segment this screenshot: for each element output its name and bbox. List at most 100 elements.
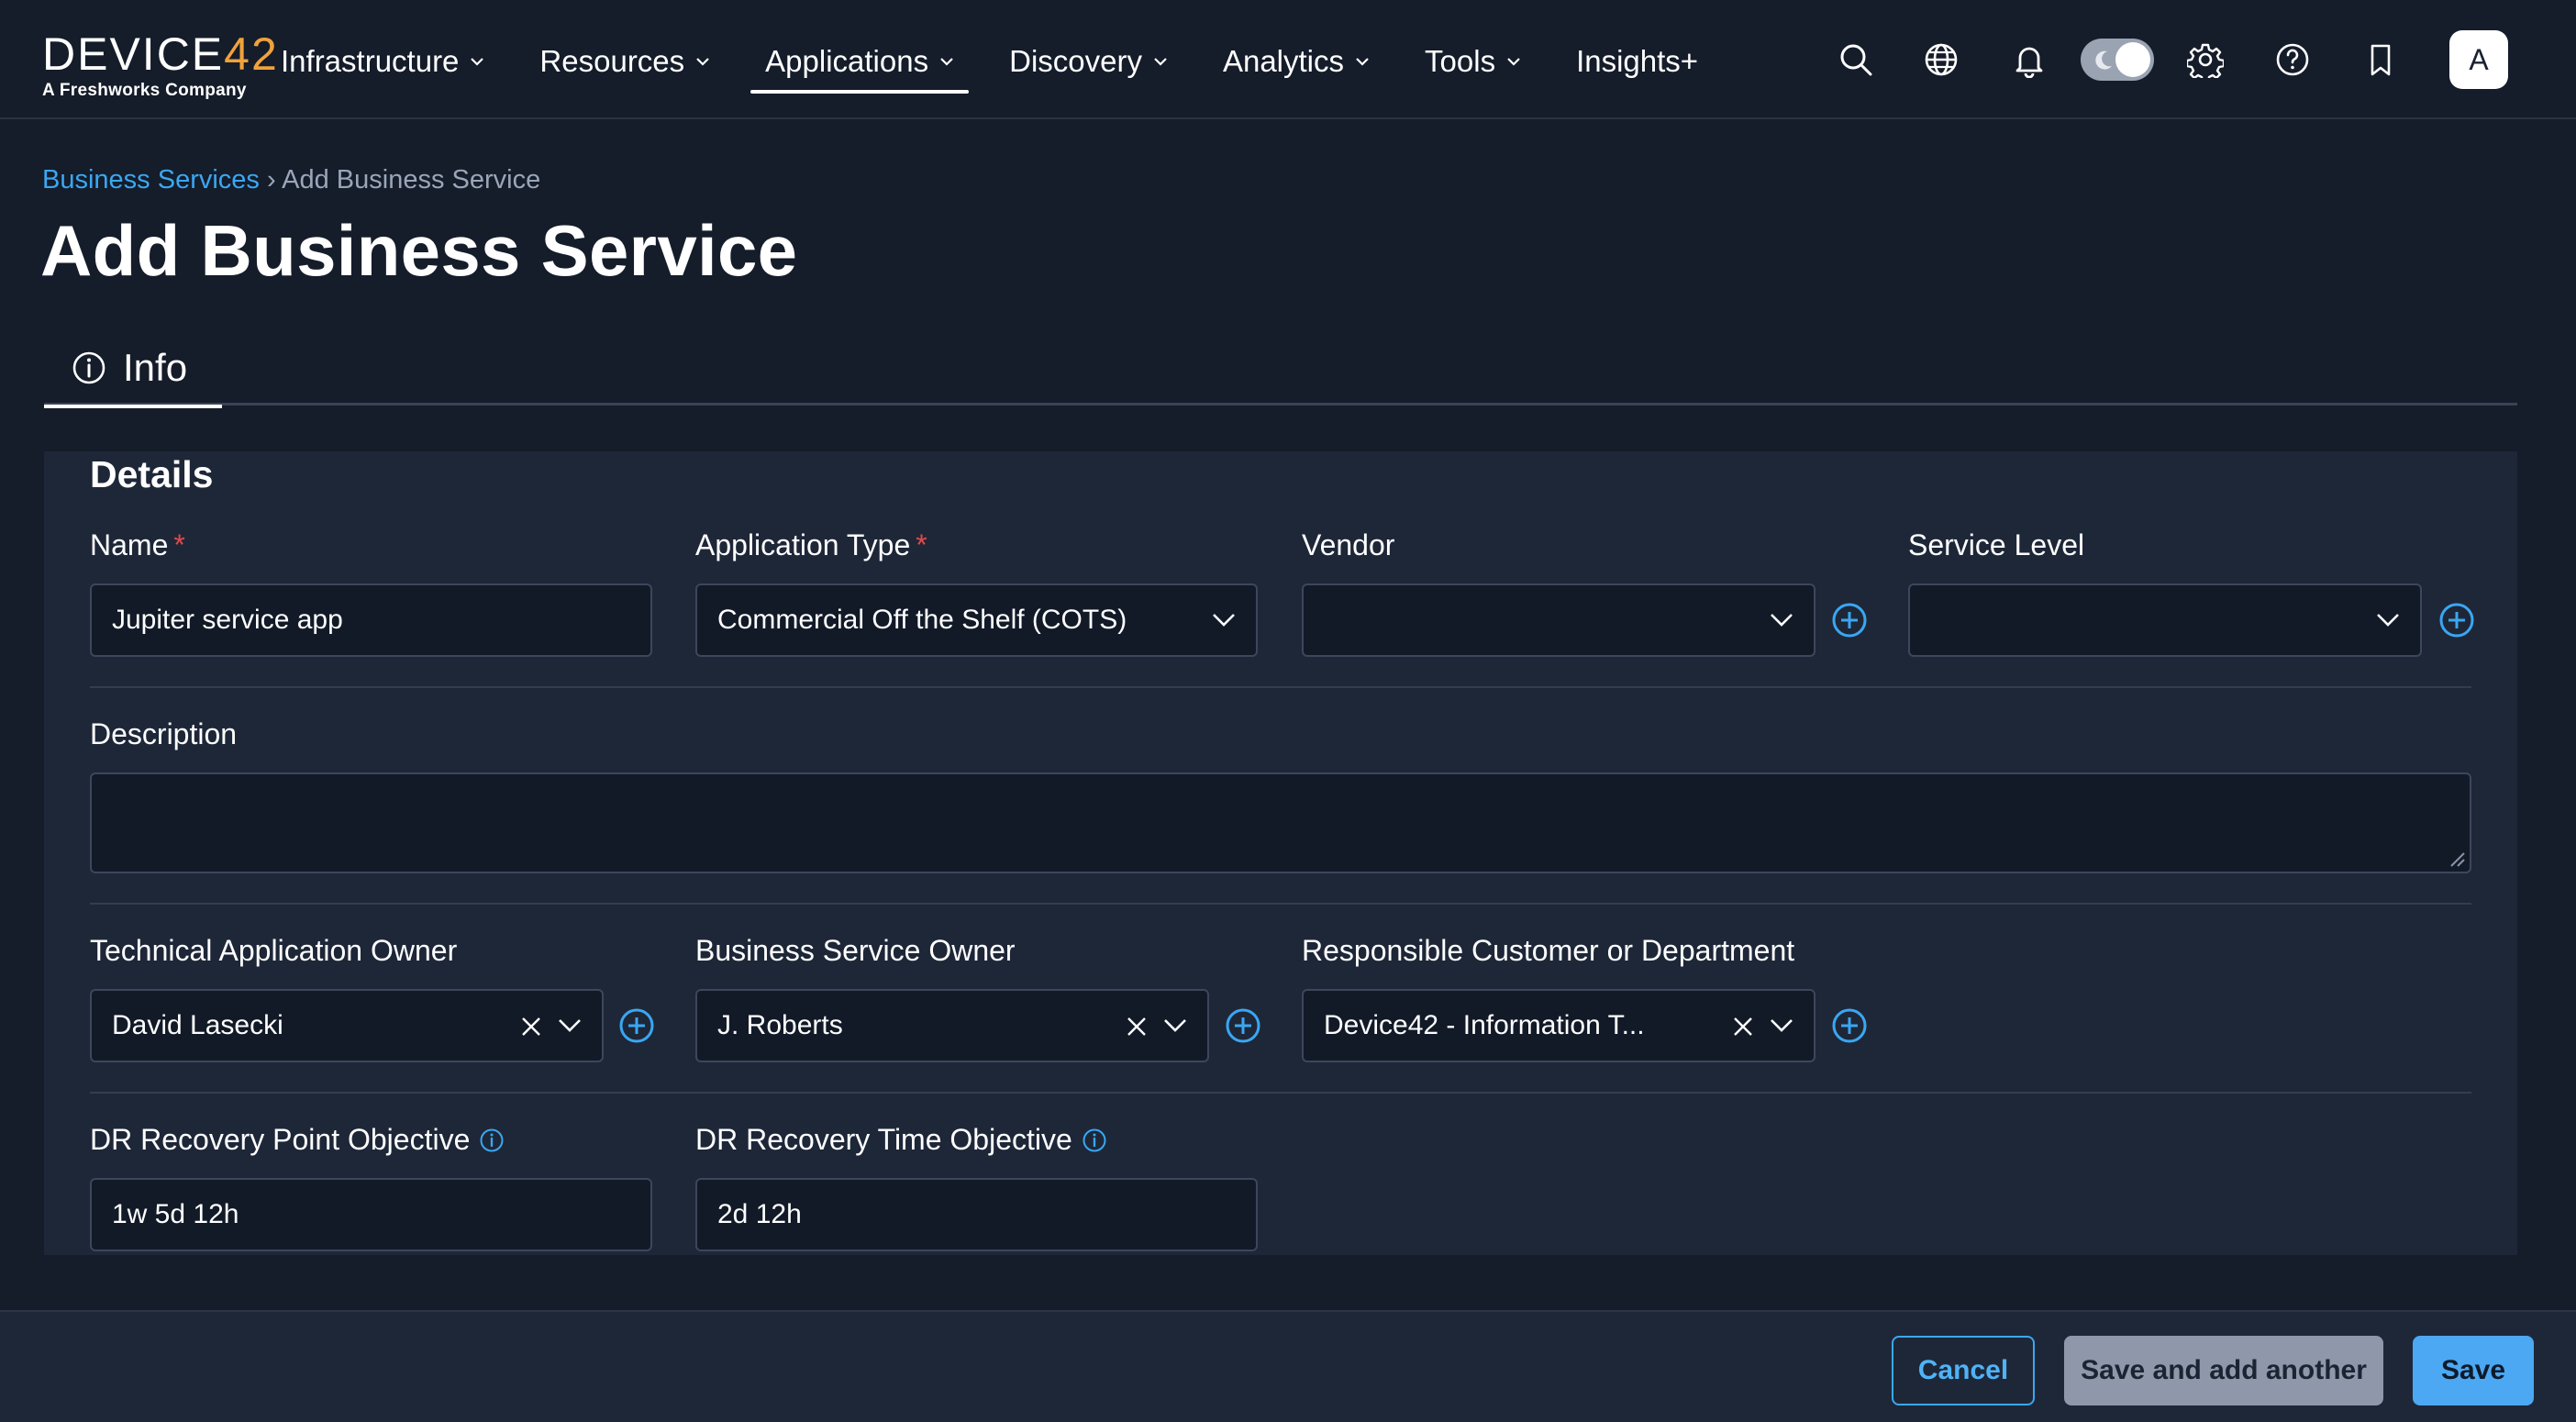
globe-icon[interactable] (1920, 39, 1962, 81)
chevron-down-icon (696, 58, 709, 66)
application-type-label-text: Application Type (695, 528, 911, 561)
chevron-down-icon (1356, 58, 1369, 66)
service-level-select[interactable] (1908, 583, 2422, 657)
clear-icon[interactable] (1731, 1015, 1755, 1039)
chevron-down-icon (1154, 58, 1167, 66)
tab-bar: Info (44, 330, 2517, 408)
top-navigation-bar: DEVICE42 A Freshworks Company Infrastruc… (0, 0, 2576, 119)
chevron-down-icon (1771, 614, 1793, 627)
chevron-down-icon (1771, 1019, 1793, 1032)
nav-applications[interactable]: Applications (750, 31, 970, 94)
tab-info-label: Info (123, 346, 188, 389)
nav-resources[interactable]: Resources (525, 31, 725, 92)
description-textarea[interactable] (90, 772, 2471, 873)
bell-icon[interactable] (2008, 39, 2050, 81)
dr-rto-input[interactable]: 2d 12h (695, 1178, 1258, 1251)
nav-analytics-label: Analytics (1222, 44, 1345, 78)
technical-owner-select[interactable]: David Lasecki (90, 989, 604, 1062)
nav-tools[interactable]: Tools (1410, 31, 1536, 92)
add-responsible-customer-icon[interactable] (1831, 1007, 1868, 1044)
search-icon[interactable] (1835, 39, 1877, 81)
nav-analytics[interactable]: Analytics (1208, 31, 1384, 92)
nav-discovery-label: Discovery (1009, 44, 1142, 78)
logo-tagline: A Freshworks Company (42, 81, 247, 100)
responsible-customer-select[interactable]: Device42 - Information T... (1302, 989, 1815, 1062)
chevron-down-icon (471, 58, 484, 66)
nav-resources-label: Resources (539, 44, 685, 78)
save-and-add-another-button[interactable]: Save and add another (2064, 1336, 2383, 1405)
tab-info[interactable]: Info (44, 330, 222, 408)
technical-owner-label: Technical Application Owner (90, 934, 458, 967)
dr-rpo-label-text: DR Recovery Point Objective (90, 1123, 471, 1156)
chevron-down-icon (559, 1019, 581, 1032)
name-label: Name * (90, 528, 185, 562)
technical-owner-value: David Lasecki (112, 1010, 283, 1040)
chevron-down-icon (2377, 614, 2399, 627)
add-technical-owner-icon[interactable] (618, 1007, 655, 1044)
add-vendor-icon[interactable] (1831, 602, 1868, 639)
dr-rto-label-text: DR Recovery Time Objective (695, 1123, 1072, 1156)
name-input-value: Jupiter service app (112, 605, 343, 635)
name-input[interactable]: Jupiter service app (90, 583, 652, 657)
dr-rpo-value: 1w 5d 12h (112, 1199, 239, 1229)
save-button[interactable]: Save (2413, 1336, 2534, 1405)
chevron-down-icon (1164, 1019, 1186, 1032)
nav-applications-label: Applications (765, 44, 929, 78)
info-icon[interactable] (1082, 1128, 1107, 1153)
add-service-level-icon[interactable] (2438, 602, 2475, 639)
business-owner-value: J. Roberts (717, 1010, 843, 1040)
page-title: Add Business Service (40, 210, 798, 291)
bookmark-icon[interactable] (2359, 39, 2402, 81)
chevron-down-icon (1213, 614, 1235, 627)
user-avatar[interactable]: A (2449, 30, 2508, 89)
clear-icon[interactable] (519, 1015, 543, 1039)
application-type-label: Application Type * (695, 528, 927, 562)
gear-icon[interactable] (2184, 39, 2226, 81)
application-type-value: Commercial Off the Shelf (COTS) (717, 605, 1127, 635)
name-label-text: Name (90, 528, 169, 561)
nav-insights[interactable]: Insights+ (1561, 31, 1713, 92)
divider (90, 1092, 2471, 1094)
breadcrumb-business-services[interactable]: Business Services (42, 165, 260, 194)
dr-rpo-label: DR Recovery Point Objective (90, 1123, 505, 1157)
theme-toggle[interactable] (2081, 39, 2154, 81)
description-label: Description (90, 717, 238, 750)
application-type-select[interactable]: Commercial Off the Shelf (COTS) (695, 583, 1258, 657)
toggle-knob (2115, 42, 2150, 77)
logo-brand-text: DEVICE (42, 28, 225, 80)
dr-rto-value: 2d 12h (717, 1199, 802, 1229)
dr-rto-label: DR Recovery Time Objective (695, 1123, 1107, 1157)
vendor-label: Vendor (1302, 528, 1395, 561)
breadcrumb-separator: › (267, 165, 276, 194)
main-menu: Infrastructure Resources Applications Di… (266, 31, 1713, 94)
required-marker: * (173, 528, 185, 561)
nav-discovery[interactable]: Discovery (994, 31, 1183, 92)
clear-icon[interactable] (1125, 1015, 1149, 1039)
nav-infrastructure[interactable]: Infrastructure (266, 31, 499, 92)
device42-logo[interactable]: DEVICE42 A Freshworks Company (42, 28, 277, 100)
nav-insights-label: Insights+ (1576, 44, 1699, 78)
info-icon[interactable] (479, 1128, 505, 1153)
nav-tools-label: Tools (1425, 44, 1496, 78)
dr-rpo-input[interactable]: 1w 5d 12h (90, 1178, 652, 1251)
breadcrumb-current: Add Business Service (282, 165, 541, 194)
required-marker: * (916, 528, 927, 561)
add-business-owner-icon[interactable] (1225, 1007, 1261, 1044)
resize-handle-icon[interactable] (2446, 848, 2466, 868)
chevron-down-icon (940, 58, 953, 66)
divider (90, 686, 2471, 688)
responsible-customer-value: Device42 - Information T... (1324, 1010, 1645, 1040)
details-section-title: Details (90, 453, 214, 495)
vendor-select[interactable] (1302, 583, 1815, 657)
divider (90, 903, 2471, 905)
breadcrumb: Business Services › Add Business Service (42, 165, 540, 195)
business-owner-select[interactable]: J. Roberts (695, 989, 1209, 1062)
details-panel: Details Name * Application Type * Vendor S… (44, 451, 2517, 1255)
service-level-label: Service Level (1908, 528, 2085, 561)
moon-icon (2095, 50, 2112, 70)
chevron-down-icon (1507, 58, 1520, 66)
help-icon[interactable] (2271, 39, 2314, 81)
responsible-customer-label: Responsible Customer or Department (1302, 934, 1795, 967)
nav-infrastructure-label: Infrastructure (281, 44, 460, 78)
cancel-button[interactable]: Cancel (1892, 1336, 2035, 1405)
